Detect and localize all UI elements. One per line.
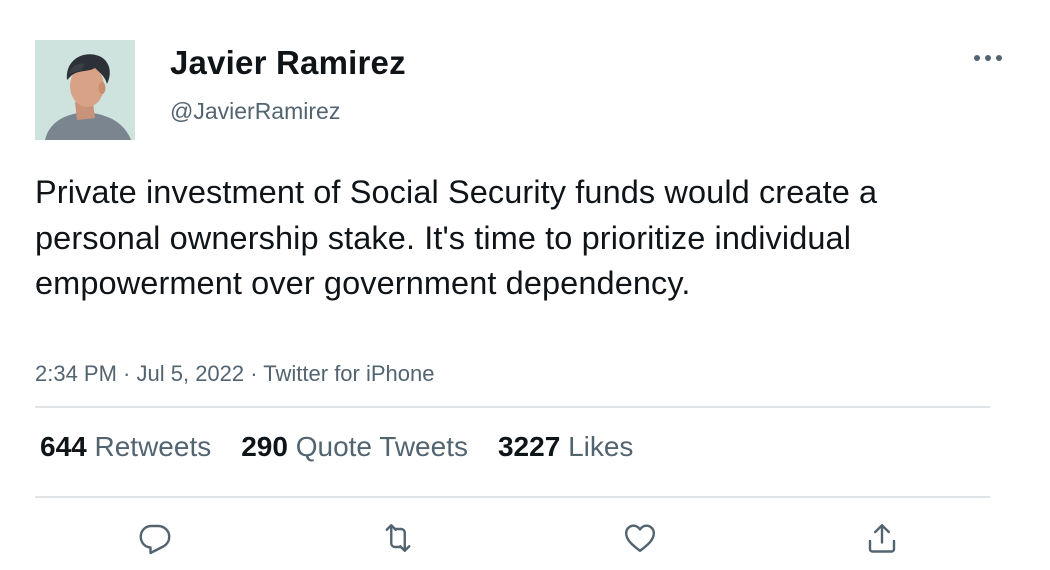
- retweets-label: Retweets: [94, 431, 212, 462]
- tweet-source[interactable]: Twitter for iPhone: [263, 361, 434, 386]
- tweet-detail: Javier Ramirez @JavierRamirez Private in…: [0, 0, 1050, 570]
- tweet-time[interactable]: 2:34 PM: [35, 361, 117, 386]
- tweet-meta: 2:34 PM · Jul 5, 2022 · Twitter for iPho…: [35, 361, 434, 387]
- meta-separator: ·: [116, 361, 137, 386]
- quote-tweets-stat[interactable]: 290 Quote Tweets: [241, 431, 468, 463]
- more-horizontal-icon: [974, 55, 1002, 61]
- retweets-count: 644: [40, 431, 87, 462]
- avatar-photo: [35, 40, 135, 140]
- tweet-text: Private investment of Social Security fu…: [35, 174, 878, 301]
- likes-stat[interactable]: 3227 Likes: [498, 431, 633, 463]
- like-button[interactable]: [620, 518, 660, 558]
- author-handle[interactable]: @JavierRamirez: [170, 98, 340, 125]
- more-options-button[interactable]: [968, 44, 1008, 72]
- reply-button[interactable]: [135, 518, 175, 558]
- divider-bottom: [35, 496, 990, 498]
- share-icon: [868, 524, 896, 553]
- avatar[interactable]: [35, 40, 135, 140]
- likes-label: Likes: [568, 431, 634, 462]
- tweet-date[interactable]: Jul 5, 2022: [137, 361, 245, 386]
- likes-count: 3227: [497, 431, 561, 462]
- retweet-button[interactable]: [378, 518, 418, 558]
- share-button[interactable]: [862, 518, 902, 558]
- quotes-label: Quote Tweets: [295, 431, 468, 462]
- heart-icon: [625, 524, 655, 552]
- retweet-icon: [385, 524, 411, 552]
- reply-icon: [139, 524, 171, 555]
- author-display-name[interactable]: Javier Ramirez: [170, 44, 406, 82]
- meta-separator: ·: [244, 361, 264, 386]
- retweets-stat[interactable]: 644 Retweets: [40, 431, 211, 463]
- divider-top: [35, 406, 990, 408]
- engagement-stats: 644 Retweets 290 Quote Tweets 3227 Likes: [40, 431, 663, 463]
- quotes-count: 290: [241, 431, 288, 462]
